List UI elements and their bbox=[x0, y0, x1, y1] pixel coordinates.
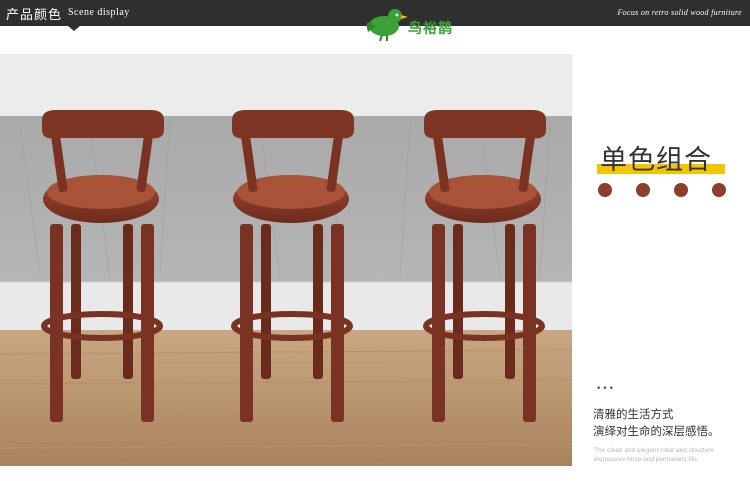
description-line: 清雅的生活方式 bbox=[593, 407, 674, 421]
bar-stools-illustration bbox=[0, 54, 572, 466]
color-swatch[interactable] bbox=[636, 183, 650, 197]
brand-tagline: Focus on retro solid wood furniture bbox=[617, 8, 742, 17]
color-swatch[interactable] bbox=[712, 183, 726, 197]
english-line: expressive force and permanent life. bbox=[594, 456, 699, 463]
section-subtitle: Scene display bbox=[68, 7, 130, 18]
color-swatch[interactable] bbox=[598, 183, 612, 197]
panel-title: 单色组合 bbox=[600, 145, 712, 176]
color-swatch[interactable] bbox=[674, 183, 688, 197]
brand-logo[interactable]: 鸟裕鹊 bbox=[362, 4, 482, 42]
header-notch bbox=[68, 26, 80, 31]
description-text: 清雅的生活方式 演绎对生命的深层感悟。 bbox=[593, 406, 720, 440]
product-photo bbox=[0, 54, 572, 466]
decorative-dots: ••• bbox=[596, 384, 615, 394]
description-line: 演绎对生命的深层感悟。 bbox=[593, 424, 720, 438]
section-title: 产品颜色 bbox=[6, 8, 63, 23]
green-bird-icon bbox=[366, 9, 408, 42]
english-line: The clean and elegant color and structur… bbox=[594, 447, 714, 454]
english-description: The clean and elegant color and structur… bbox=[594, 446, 714, 464]
brand-name: 鸟裕鹊 bbox=[408, 21, 453, 37]
